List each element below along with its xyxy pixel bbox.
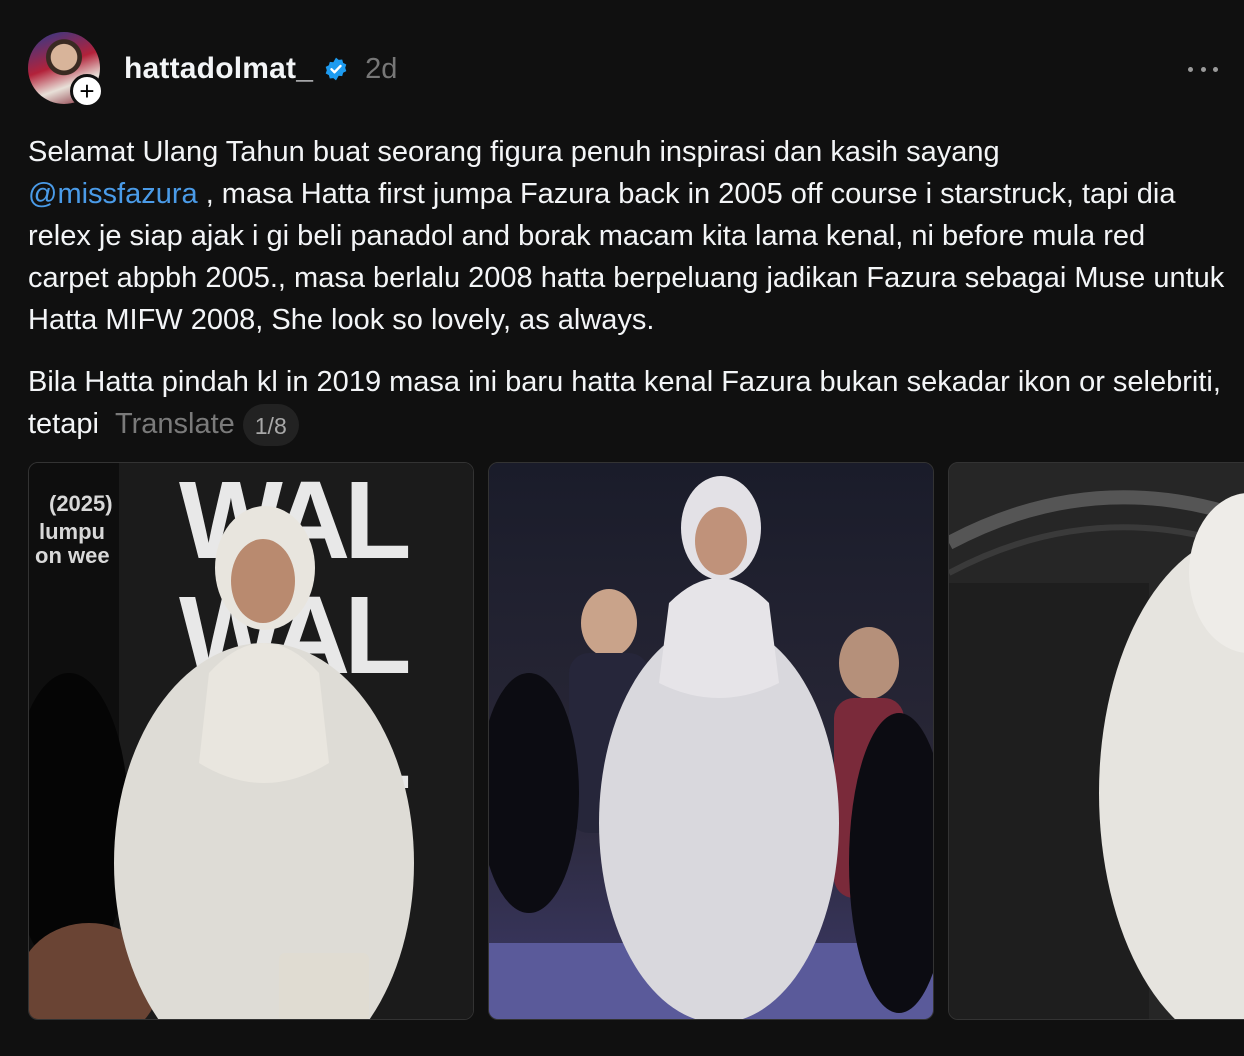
more-options-icon[interactable] bbox=[1188, 54, 1218, 84]
translate-button[interactable]: Translate bbox=[115, 408, 235, 440]
caption-text: , masa Hatta first jumpa Fazura back in … bbox=[28, 178, 1225, 336]
more-dot bbox=[1200, 66, 1206, 72]
post-caption: Selamat Ulang Tahun buat seorang figura … bbox=[28, 131, 1228, 447]
avatar-container[interactable]: + bbox=[28, 32, 104, 108]
caption-paragraph-2: Bila Hatta pindah kl in 2019 masa ini ba… bbox=[28, 361, 1228, 447]
photo-overlay-text: lumpu bbox=[39, 519, 105, 544]
mention-link[interactable]: @missfazura bbox=[28, 178, 198, 210]
photo-overlay-text: on wee bbox=[35, 543, 110, 568]
photo-1-image: WAL WAL WAL (2025) lumpu on wee bbox=[29, 463, 473, 1019]
more-dot bbox=[1213, 66, 1218, 72]
photo-2-image bbox=[489, 463, 933, 1019]
post-header: hattadolmat_ 2d bbox=[124, 48, 397, 90]
carousel-photo-1[interactable]: WAL WAL WAL (2025) lumpu on wee bbox=[28, 462, 474, 1020]
thread-post: + hattadolmat_ 2d Selamat Ulang Tahun bu… bbox=[0, 0, 1244, 1056]
caption-text: Selamat Ulang Tahun buat seorang figura … bbox=[28, 136, 1000, 168]
photo-3-image bbox=[949, 463, 1244, 1019]
caption-paragraph-1: Selamat Ulang Tahun buat seorang figura … bbox=[28, 131, 1228, 341]
image-carousel[interactable]: WAL WAL WAL (2025) lumpu on wee bbox=[28, 462, 1244, 1022]
follow-plus-icon[interactable]: + bbox=[70, 74, 104, 108]
more-dot bbox=[1188, 66, 1193, 72]
post-timestamp: 2d bbox=[365, 52, 398, 85]
image-counter-badge: 1/8 bbox=[242, 404, 299, 447]
carousel-photo-2[interactable] bbox=[488, 462, 934, 1020]
username[interactable]: hattadolmat_ bbox=[124, 52, 313, 86]
verified-badge-icon bbox=[325, 57, 347, 81]
carousel-photo-3[interactable] bbox=[948, 462, 1244, 1020]
photo-overlay-text: (2025) bbox=[49, 491, 113, 516]
action-bar-partial bbox=[28, 1046, 328, 1056]
